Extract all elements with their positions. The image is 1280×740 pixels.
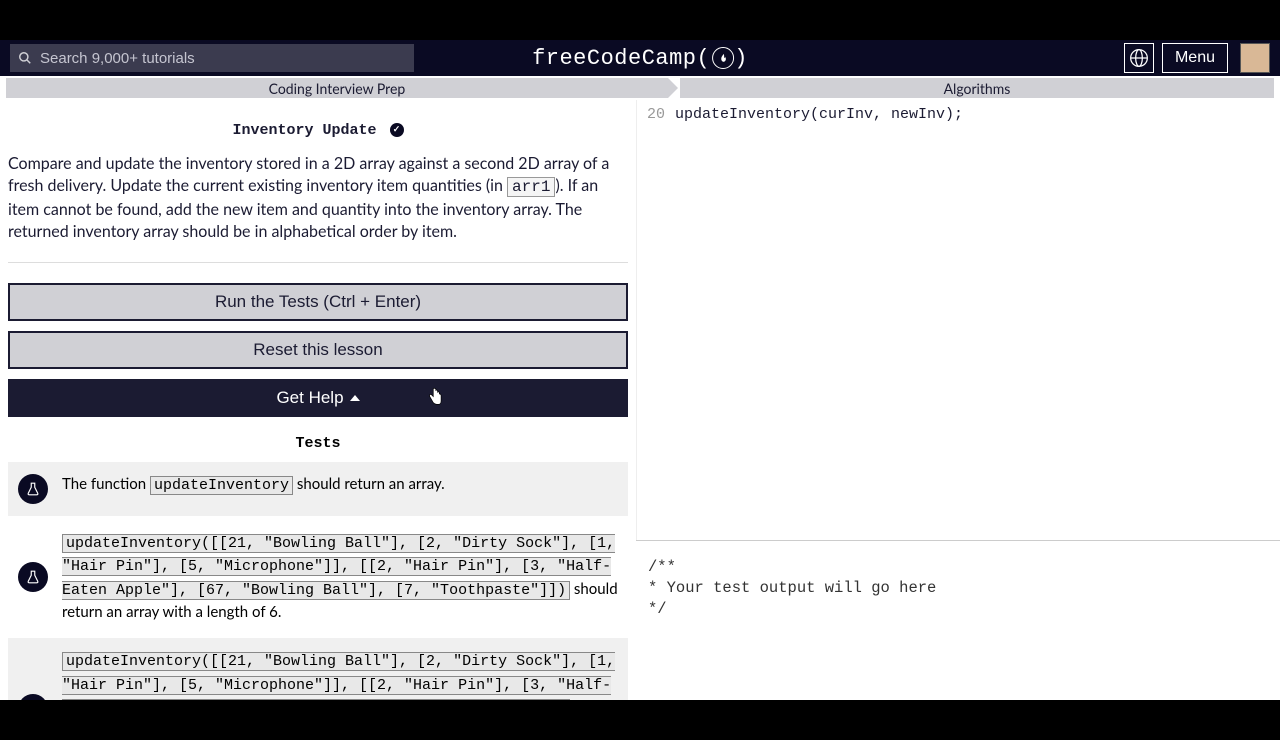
check-icon: ✓ [390,123,404,137]
search-icon [18,51,32,65]
test-item-3: updateInventory([[21, "Bowling Ball"], [… [8,638,628,700]
main-area: Inventory Update ✓ Compare and update th… [0,100,1280,700]
get-help-button[interactable]: Get Help [8,379,628,417]
globe-icon [1129,48,1149,68]
lesson-description: Compare and update the inventory stored … [0,153,636,262]
test-text-1: The function updateInventory should retu… [62,474,445,498]
reset-lesson-button[interactable]: Reset this lesson [8,331,628,369]
brand-logo[interactable]: freeCodeCamp( ) [532,46,748,71]
output-pane: /** * Your test output will go here */ [636,540,1280,700]
avatar[interactable] [1240,43,1270,73]
test-item-1: The function updateInventory should retu… [8,462,628,516]
run-tests-button[interactable]: Run the Tests (Ctrl + Enter) [8,283,628,321]
inline-code-arr1: arr1 [507,177,555,197]
editor-pane: 20 updateInventory(curInv, newInv); /** … [636,100,1280,700]
code-line-20: 20 updateInventory(curInv, newInv); [637,106,1280,123]
top-letterbox [0,0,1280,40]
lesson-title: Inventory Update ✓ [0,100,636,153]
test-item-2: updateInventory([[21, "Bowling Ball"], [… [8,520,628,635]
breadcrumb: Coding Interview Prep Algorithms [0,76,1280,100]
test-text-3: updateInventory([[21, "Bowling Ball"], [… [62,650,618,700]
menu-button[interactable]: Menu [1162,43,1228,73]
instructions-pane: Inventory Update ✓ Compare and update th… [0,100,636,700]
lesson-title-text: Inventory Update [232,122,376,139]
flask-icon [18,474,48,504]
test-text-2: updateInventory([[21, "Bowling Ball"], [… [62,532,618,623]
flask-icon [18,562,48,592]
brand-close: ) [734,46,748,71]
search-container[interactable] [10,44,414,72]
brand-text: freeCodeCamp( [532,46,710,71]
search-input[interactable] [40,50,406,67]
tests-heading: Tests [0,427,636,462]
bottom-letterbox [0,700,1280,740]
cursor-pointer-icon [428,387,442,408]
flask-icon [18,694,48,700]
breadcrumb-subcategory[interactable]: Algorithms [680,78,1274,98]
header-bar: freeCodeCamp( ) Menu [0,40,1280,76]
breadcrumb-category[interactable]: Coding Interview Prep [6,78,668,98]
separator [8,262,628,263]
caret-up-icon [350,395,360,401]
get-help-label: Get Help [276,388,343,408]
code-editor[interactable]: 20 updateInventory(curInv, newInv); [636,100,1280,540]
language-button[interactable] [1124,43,1154,73]
line-number: 20 [637,106,675,123]
code-content: updateInventory(curInv, newInv); [675,106,963,123]
fire-icon [712,47,734,69]
instructions-scroll[interactable]: Inventory Update ✓ Compare and update th… [0,100,636,700]
header-right: Menu [1124,43,1270,73]
